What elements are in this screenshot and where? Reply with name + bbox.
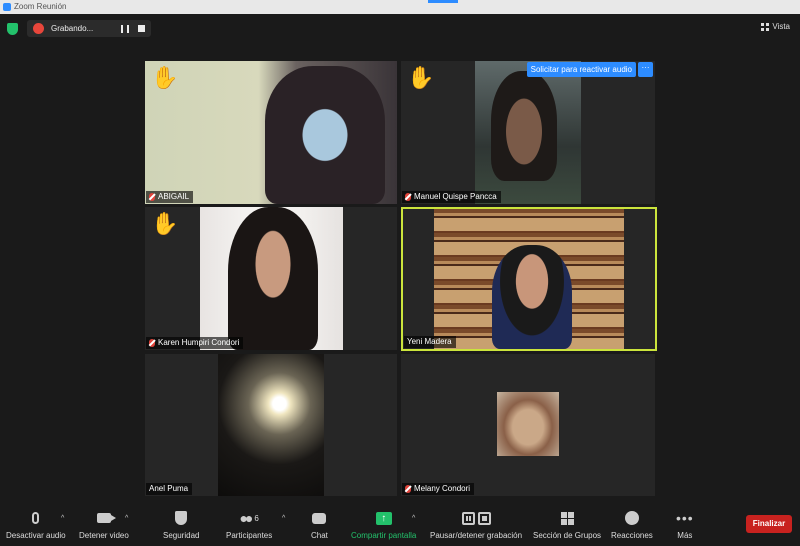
muted-mic-icon — [405, 193, 411, 201]
reactions-emoji-icon — [624, 511, 639, 525]
participant-video — [218, 354, 324, 496]
participant-image — [491, 71, 557, 181]
recording-label: Grabando... — [51, 24, 94, 33]
chat-label: Chat — [311, 531, 328, 540]
video-tile-anel[interactable]: Anel Puma — [145, 354, 397, 496]
participant-name: Melany Condori — [414, 484, 471, 493]
breakout-rooms-icon — [560, 511, 574, 525]
breakout-rooms-label: Sección de Grupos — [533, 531, 602, 540]
pause-stop-recording-button[interactable]: Pausar/detener grabación — [430, 510, 522, 540]
stop-recording-icon[interactable] — [138, 25, 145, 32]
participant-video — [200, 207, 343, 350]
video-tile-karen[interactable]: ✋ Karen Humpiri Condori — [145, 207, 397, 350]
raised-hand-icon: ✋ — [407, 65, 435, 90]
breakout-rooms-button[interactable]: Sección de Grupos — [533, 510, 601, 540]
video-camera-icon — [96, 513, 116, 523]
grid-view-icon — [761, 22, 770, 31]
participant-name: Karen Humpiri Condori — [158, 338, 240, 347]
pause-icon — [461, 511, 475, 525]
chat-bubble-icon — [312, 512, 327, 524]
participant-video — [434, 209, 624, 349]
share-screen-icon: ↑ — [375, 511, 392, 525]
security-label: Seguridad — [163, 531, 200, 540]
request-unmute-button[interactable]: Solicitar para reactivar audio — [526, 62, 636, 77]
participant-image — [265, 66, 385, 204]
share-screen-button[interactable]: ↑ Compartir pantalla — [351, 510, 416, 540]
mute-audio-label: Desactivar audio — [6, 531, 66, 540]
raised-hand-icon: ✋ — [151, 211, 179, 236]
encryption-shield-icon[interactable] — [7, 23, 18, 35]
more-dots-icon: ••• — [676, 510, 694, 526]
end-meeting-button[interactable]: Finalizar — [746, 515, 792, 533]
video-tile-abigail[interactable]: ✋ ABIGAIL — [145, 61, 397, 204]
participant-video — [145, 61, 397, 204]
security-shield-icon — [175, 511, 188, 525]
muted-mic-icon — [405, 485, 411, 493]
participant-image — [228, 207, 318, 350]
reactions-button[interactable]: Reacciones — [611, 510, 653, 540]
more-button[interactable]: ••• Más — [676, 510, 694, 540]
audio-options-caret-icon[interactable]: ^ — [61, 515, 64, 522]
video-tile-melany[interactable]: Melany Condori — [401, 354, 655, 496]
window-title: Zoom Reunión — [14, 2, 67, 11]
muted-mic-icon — [149, 339, 155, 347]
participant-profile-picture — [497, 392, 559, 456]
participant-name-tag: Anel Puma — [146, 483, 193, 495]
reactions-label: Reacciones — [611, 531, 653, 540]
share-screen-label: Compartir pantalla — [351, 531, 417, 540]
stop-icon — [477, 511, 491, 525]
participant-name-tag: Manuel Quispe Pancca — [402, 191, 501, 203]
security-button[interactable]: Seguridad — [163, 510, 199, 540]
participant-name-tag: Melany Condori — [402, 483, 475, 495]
view-label: Vista — [772, 22, 790, 31]
microphone-icon — [32, 512, 40, 524]
participants-label: Participantes — [226, 531, 273, 540]
mute-audio-button[interactable]: Desactivar audio — [6, 510, 66, 540]
pause-stop-recording-label: Pausar/detener grabación — [430, 531, 523, 540]
participants-icon: ●● — [239, 510, 253, 526]
participants-button[interactable]: ●● 6 Participantes — [226, 510, 272, 540]
participant-name: Yeni Madera — [407, 337, 452, 346]
meeting-toolbar: Desactivar audio ^ Detener video ^ Segur… — [0, 506, 800, 546]
participant-video — [475, 61, 581, 204]
meeting-topbar: Grabando... Vista — [0, 14, 800, 42]
stop-video-button[interactable]: Detener video — [79, 510, 129, 540]
view-button[interactable]: Vista — [761, 22, 790, 31]
participants-count: 6 — [254, 513, 259, 523]
more-label: Más — [677, 531, 693, 540]
share-options-caret-icon[interactable]: ^ — [412, 515, 415, 522]
titlebar-accent — [428, 0, 458, 3]
participant-name: ABIGAIL — [158, 192, 190, 201]
recording-cloud-icon — [33, 23, 44, 34]
participant-image — [492, 245, 572, 349]
participant-name: Anel Puma — [149, 484, 189, 493]
chat-button[interactable]: Chat — [311, 510, 328, 540]
stop-video-label: Detener video — [79, 531, 129, 540]
video-options-caret-icon[interactable]: ^ — [125, 515, 128, 522]
recording-indicator: Grabando... — [27, 20, 151, 37]
video-tile-yeni-active-speaker[interactable]: Yeni Madera — [401, 207, 657, 351]
participant-name-tag: Karen Humpiri Condori — [146, 337, 244, 349]
participants-options-caret-icon[interactable]: ^ — [282, 515, 285, 522]
participant-name-tag: ABIGAIL — [146, 191, 194, 203]
pause-recording-icon[interactable] — [121, 25, 129, 33]
video-tile-manuel[interactable]: ✋ Solicitar para reactivar audio ··· Man… — [401, 61, 655, 204]
window-titlebar: Zoom Reunión — [0, 0, 800, 14]
participant-name-tag: Yeni Madera — [404, 336, 456, 348]
muted-mic-icon — [149, 193, 155, 201]
participant-name: Manuel Quispe Pancca — [414, 192, 497, 201]
tile-more-button[interactable]: ··· — [638, 62, 653, 77]
raised-hand-icon: ✋ — [151, 65, 179, 90]
zoom-app-icon — [3, 3, 11, 11]
